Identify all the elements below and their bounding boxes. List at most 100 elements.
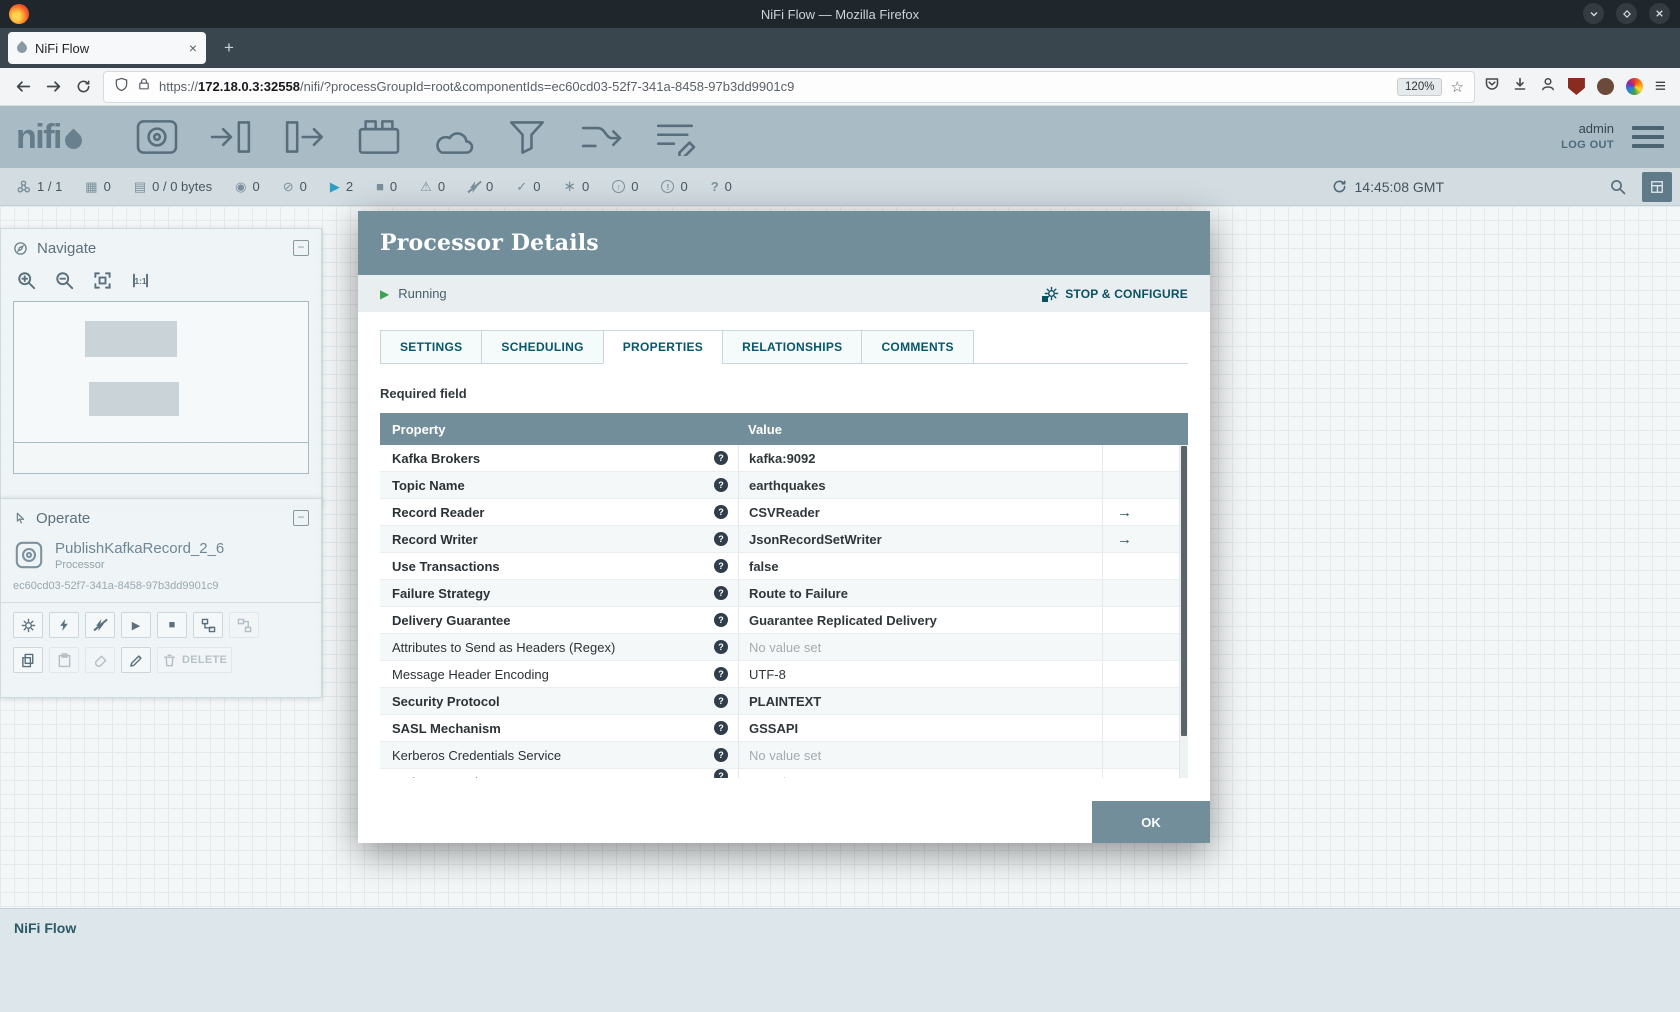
property-row: Security Protocol? PLAINTEXT: [380, 688, 1188, 715]
ublock-extension-icon[interactable]: [1567, 78, 1585, 95]
birdseye-panel-button[interactable]: [1642, 171, 1672, 202]
operate-panel-title: Operate: [36, 509, 91, 527]
window-minimize-button[interactable]: [1583, 3, 1604, 24]
tracking-protection-shield-icon[interactable]: [114, 77, 129, 97]
tab-properties[interactable]: PROPERTIES: [602, 330, 724, 364]
stop-button[interactable]: ■: [157, 612, 187, 638]
locally-modified-status: ∗ 0: [563, 179, 589, 194]
scrollbar-thumb[interactable]: [1181, 446, 1187, 736]
zoom-level-badge[interactable]: 120%: [1397, 77, 1443, 96]
label-icon[interactable]: [652, 118, 698, 156]
url-bar[interactable]: https://172.18.0.3:32558/nifi/?processGr…: [104, 71, 1474, 102]
tab-title: NiFi Flow: [35, 40, 90, 56]
locally-modified-stale-status: ! 0: [661, 179, 688, 194]
help-icon[interactable]: ?: [714, 478, 728, 492]
tab-scheduling[interactable]: SCHEDULING: [481, 330, 604, 364]
help-icon[interactable]: ?: [714, 451, 728, 465]
upload-template-button[interactable]: [193, 612, 223, 638]
running-status-label: Running: [398, 286, 447, 301]
funnel-icon[interactable]: [504, 118, 550, 156]
property-name: Record Reader: [392, 504, 485, 520]
start-button[interactable]: ▶: [121, 612, 151, 638]
svg-text:1:1: 1:1: [134, 275, 146, 285]
enable-button[interactable]: [49, 612, 79, 638]
template-icon[interactable]: [578, 118, 624, 156]
reload-button[interactable]: [68, 73, 98, 101]
pinwheel-extension-icon[interactable]: [1625, 78, 1643, 95]
global-menu-icon[interactable]: [1632, 126, 1664, 148]
go-to-service-arrow[interactable]: →: [1117, 531, 1132, 548]
ok-button[interactable]: OK: [1092, 801, 1210, 843]
extension-icon[interactable]: [1596, 78, 1614, 95]
zoom-fit-button[interactable]: [91, 269, 113, 291]
help-icon[interactable]: ?: [714, 694, 728, 708]
minimap-component: [89, 382, 179, 416]
change-color-button[interactable]: [121, 647, 151, 673]
search-icon[interactable]: [1610, 179, 1626, 195]
property-name-cell: Security Protocol?: [380, 688, 738, 714]
help-icon[interactable]: ?: [714, 586, 728, 600]
back-button[interactable]: [8, 73, 38, 101]
zoom-actual-size-button[interactable]: 1:1: [129, 269, 151, 291]
copy-button[interactable]: [13, 647, 43, 673]
help-icon[interactable]: ?: [714, 613, 728, 627]
help-icon[interactable]: ?: [714, 640, 728, 654]
bookmark-star-icon[interactable]: ☆: [1450, 78, 1463, 96]
help-icon[interactable]: ?: [714, 667, 728, 681]
refresh-icon[interactable]: [1332, 179, 1347, 194]
help-icon[interactable]: ?: [714, 748, 728, 762]
help-icon[interactable]: ?: [714, 721, 728, 735]
hamburger-menu-icon[interactable]: ≡: [1655, 76, 1666, 98]
delete-button[interactable]: DELETE: [157, 647, 233, 673]
stopped-icon: ■: [376, 179, 384, 194]
properties-table: Property Value Kafka Brokers? kafka:9092 T…: [380, 413, 1188, 778]
account-icon[interactable]: [1540, 76, 1556, 97]
process-group-icon[interactable]: [356, 118, 402, 156]
zoom-out-button[interactable]: [53, 269, 75, 291]
disable-button[interactable]: [85, 612, 115, 638]
processor-icon[interactable]: [134, 118, 180, 156]
fill-color-button[interactable]: [85, 647, 115, 673]
running-status-icon: ▶: [380, 286, 390, 301]
minimap-viewport[interactable]: [13, 443, 309, 474]
up-to-date-icon: ✓: [516, 179, 528, 194]
go-to-service-arrow[interactable]: →: [1117, 504, 1132, 521]
property-link-cell: [1102, 715, 1188, 741]
settings-gear-button[interactable]: [13, 612, 43, 638]
tab-close-icon[interactable]: ×: [189, 40, 197, 56]
browser-tab-nifi-flow[interactable]: NiFi Flow ×: [8, 32, 206, 64]
padlock-icon[interactable]: [137, 77, 151, 96]
paste-button[interactable]: [49, 647, 79, 673]
help-icon[interactable]: ?: [714, 559, 728, 573]
new-tab-button[interactable]: +: [216, 35, 242, 61]
help-icon[interactable]: ?: [714, 532, 728, 546]
collapse-navigate-button[interactable]: −: [293, 240, 309, 256]
downloads-icon[interactable]: [1512, 76, 1528, 97]
window-close-button[interactable]: [1649, 3, 1670, 24]
tab-relationships[interactable]: RELATIONSHIPS: [722, 330, 863, 364]
collapse-operate-button[interactable]: −: [293, 510, 309, 526]
transmitting-status: ◉ 0: [235, 179, 260, 194]
logout-link[interactable]: LOG OUT: [1561, 138, 1614, 152]
operate-buttons-row1: ▶ ■: [13, 612, 309, 638]
status-count: 0: [299, 179, 307, 194]
property-value-cell: No value set: [738, 634, 1102, 660]
input-port-icon[interactable]: [208, 118, 254, 156]
forward-button[interactable]: [38, 73, 68, 101]
remote-process-group-icon[interactable]: [430, 118, 476, 156]
output-port-icon[interactable]: [282, 118, 328, 156]
pocket-icon[interactable]: [1484, 76, 1500, 97]
create-template-button[interactable]: [229, 612, 259, 638]
breadcrumb-nifi-flow[interactable]: NiFi Flow: [14, 920, 76, 936]
birdseye-minimap[interactable]: [13, 301, 309, 443]
property-name-cell: Record Writer?: [380, 526, 738, 552]
zoom-in-button[interactable]: [15, 269, 37, 291]
help-icon[interactable]: ?: [714, 505, 728, 519]
stop-and-configure-button[interactable]: STOP & CONFIGURE: [1042, 286, 1188, 302]
tab-settings[interactable]: SETTINGS: [380, 330, 483, 364]
tab-comments[interactable]: COMMENTS: [861, 330, 974, 364]
transmitting-icon: ◉: [235, 179, 247, 194]
help-icon[interactable]: ?: [714, 769, 728, 778]
window-maximize-button[interactable]: [1616, 3, 1637, 24]
table-scrollbar[interactable]: [1179, 445, 1188, 778]
